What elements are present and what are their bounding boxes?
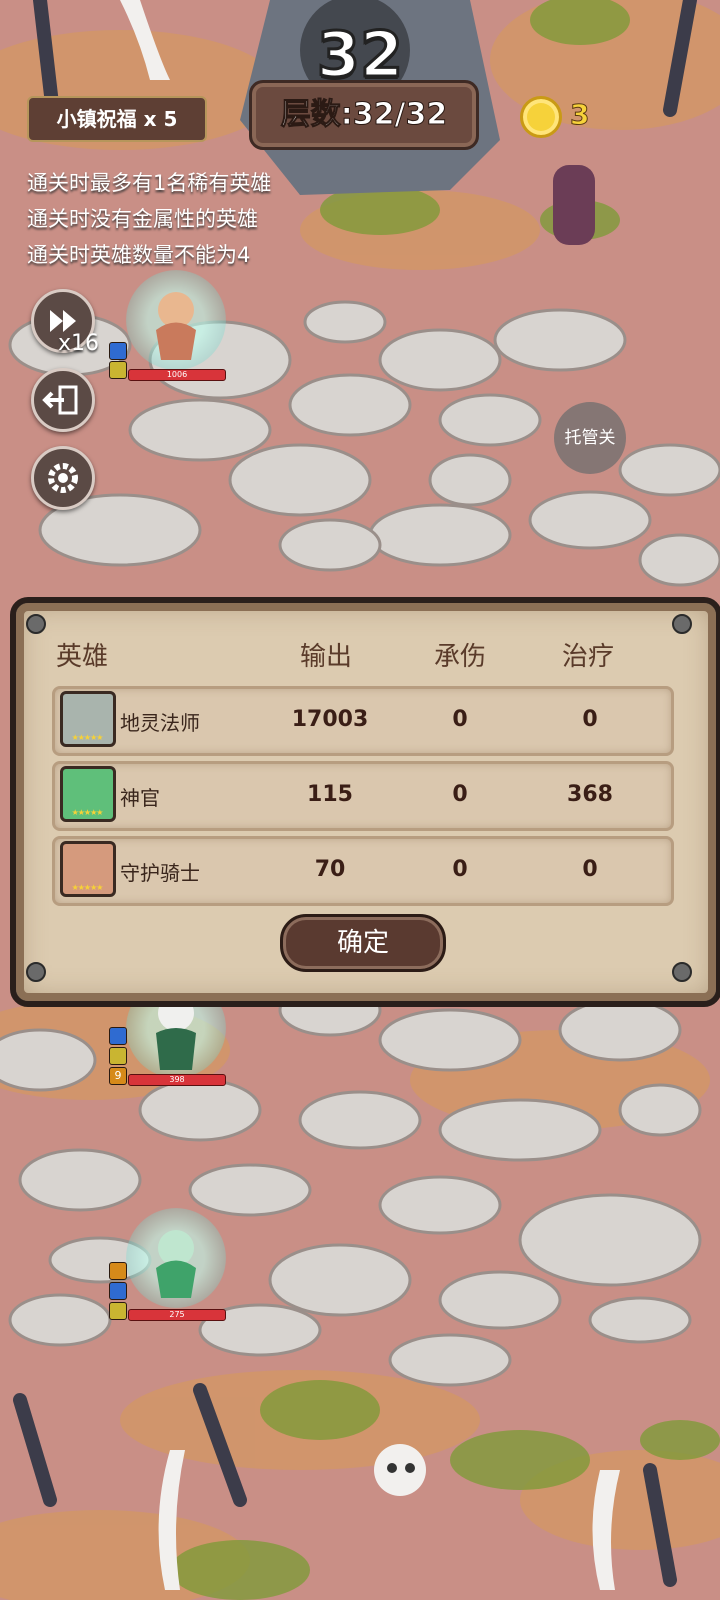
exit-button[interactable] (31, 368, 95, 432)
hero-name: 神官 (120, 786, 160, 810)
floor-counter: 层数:32/32 (249, 80, 479, 150)
damage-taken-value: 0 (452, 857, 468, 882)
panel-rivet (672, 614, 692, 634)
field-hero-priest[interactable] (126, 1208, 226, 1308)
condition-2: 通关时没有金属性的英雄 (27, 207, 258, 231)
healing-value: 368 (567, 782, 613, 807)
output-value: 17003 (291, 707, 369, 732)
header-output: 输出 (300, 642, 353, 672)
hero-stars: ★★★★★ (71, 883, 104, 892)
gear-icon (48, 463, 78, 493)
gold-coin-icon (520, 96, 562, 138)
exit-icon (42, 385, 78, 415)
condition-1: 通关时最多有1名稀有英雄 (27, 171, 272, 195)
damage-taken-value: 0 (452, 707, 468, 732)
class-icon (109, 1302, 127, 1320)
panel-rivet (672, 962, 692, 982)
damage-taken-value: 0 (452, 782, 468, 807)
settings-button[interactable] (31, 446, 95, 510)
healing-value: 0 (582, 707, 598, 732)
priest-sprite (156, 1230, 196, 1298)
town-blessing-badge[interactable]: 小镇祝福 x 5 (27, 96, 207, 142)
element-icon (109, 1282, 127, 1300)
header-healing: 治疗 (562, 642, 615, 672)
panel-rivet (26, 962, 46, 982)
level-icon: 9 (109, 1067, 127, 1085)
hero-stars: ★★★★★ (71, 808, 104, 817)
hero-hp-bar: 275 (128, 1309, 226, 1321)
condition-3: 通关时英雄数量不能为4 (27, 243, 251, 267)
auto-battle-toggle[interactable]: 托管关 (554, 402, 626, 474)
field-hero-knight[interactable] (126, 270, 226, 370)
hero-hp-bar: 1006 (128, 369, 226, 381)
stage-conditions: 通关时最多有1名稀有英雄 通关时没有金属性的英雄 通关时英雄数量不能为4 (27, 165, 271, 273)
knight-sprite (156, 292, 196, 360)
header-hero: 英雄 (56, 642, 109, 672)
speed-multiplier: x16 (58, 331, 100, 356)
element-icon (109, 1027, 127, 1045)
hero-stars: ★★★★★ (71, 733, 104, 742)
hero-hp-bar: 398 (128, 1074, 226, 1086)
output-value: 115 (307, 782, 353, 807)
output-value: 70 (314, 857, 346, 882)
coin-count: 3 (569, 98, 590, 132)
header-damage-taken: 承伤 (434, 642, 487, 672)
healing-value: 0 (582, 857, 598, 882)
hero-name: 守护骑士 (120, 861, 200, 885)
hero-name: 地灵法师 (120, 711, 200, 735)
panel-rivet (26, 614, 46, 634)
class-icon (109, 361, 127, 379)
class-icon (109, 1047, 127, 1065)
element-icon (109, 342, 127, 360)
confirm-button[interactable]: 确定 (280, 914, 446, 972)
shield-icon (109, 1262, 127, 1280)
